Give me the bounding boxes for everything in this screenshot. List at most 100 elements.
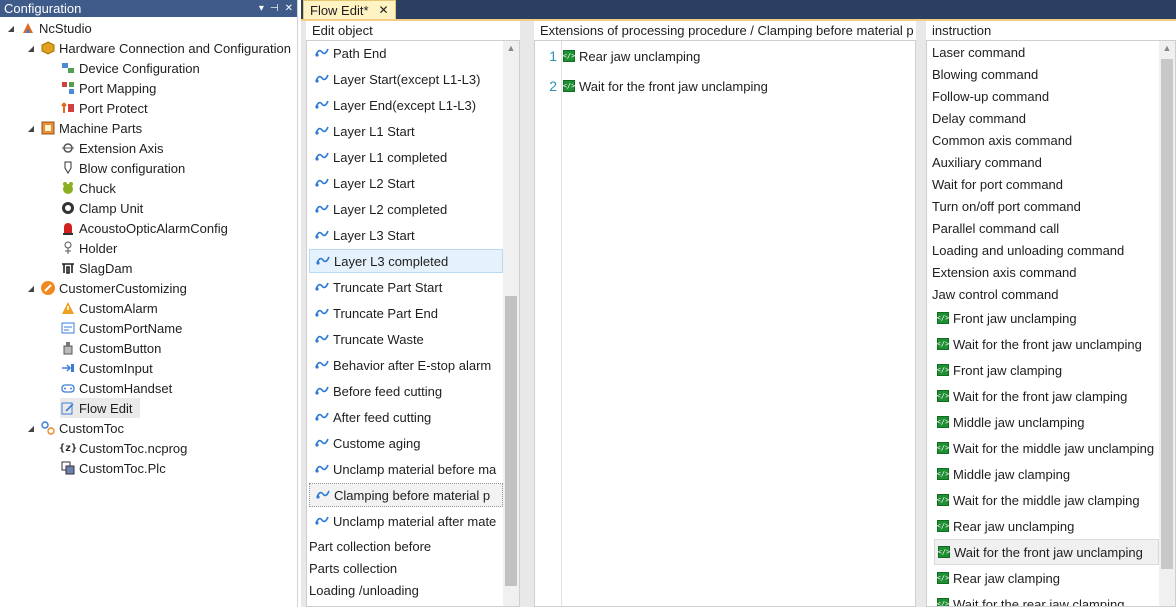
edit-object-item[interactable]: Unclamp material before ma (309, 457, 503, 481)
tree-item-custom-handset[interactable]: CustomHandset (60, 378, 172, 398)
tree-item-port-mapping[interactable]: Port Mapping (60, 78, 156, 98)
tree-item-customer-customizing[interactable]: ◢ CustomerCustomizing (26, 278, 187, 298)
edit-object-list[interactable]: ▲ Path End Layer Start(except L1-L3) Layer… (306, 40, 520, 607)
scrollbar-thumb[interactable] (1161, 59, 1173, 569)
processing-editor[interactable]: 1 </> Rear jaw unclamping 2 </> Wait for the … (534, 40, 916, 607)
jaw-instruction-item[interactable]: </> Wait for the middle jaw clamping (934, 487, 1159, 513)
tree-item-hardware[interactable]: ◢ Hardware Connection and Configuration (26, 38, 291, 58)
jaw-instruction-item[interactable]: </> Middle jaw unclamping (934, 409, 1159, 435)
jaw-instruction-item[interactable]: </> Wait for the front jaw clamping (934, 383, 1159, 409)
jaw-instruction-label: Rear jaw clamping (953, 570, 1060, 586)
instruction-code-icon: </> (936, 390, 950, 402)
panel-close-icon[interactable]: ✕ (285, 3, 293, 14)
instruction-category[interactable]: Blowing command (932, 63, 1159, 85)
tree-item-acousto-optic-alarm[interactable]: AcoustoOpticAlarmConfig (60, 218, 228, 238)
edit-object-item[interactable]: Behavior after E-stop alarm (309, 353, 503, 377)
tree-item-flow-edit[interactable]: Flow Edit (60, 398, 140, 418)
procedure-line[interactable]: 1 </> Rear jaw unclamping (535, 42, 700, 70)
tree-item-custom-button[interactable]: CustomButton (60, 338, 161, 358)
tree-item-port-protect[interactable]: Port Protect (60, 98, 148, 118)
jaw-instruction-item[interactable]: </> Front jaw unclamping (934, 305, 1159, 331)
holder-icon (60, 240, 76, 256)
edit-object-item[interactable]: Layer L3 completed (309, 249, 503, 273)
jaw-instruction-item[interactable]: </> Front jaw clamping (934, 357, 1159, 383)
tree-item-blow-configuration[interactable]: Blow configuration (60, 158, 185, 178)
edit-object-item[interactable]: Layer Start(except L1-L3) (309, 67, 503, 91)
edit-object-label: Truncate Part Start (333, 279, 443, 295)
tab-close-icon[interactable]: ✕ (379, 3, 389, 17)
edit-object-item[interactable]: Layer L2 Start (309, 171, 503, 195)
panel-pin-icon[interactable]: ⊣ (270, 3, 279, 14)
edit-object-scrollbar[interactable]: ▲ (503, 41, 519, 606)
instruction-category[interactable]: Turn on/off port command (932, 195, 1159, 217)
tab-flow-edit[interactable]: Flow Edit* ✕ (303, 0, 396, 19)
edit-object-item[interactable]: Parts collection (309, 557, 503, 579)
edit-object-item[interactable]: Truncate Part End (309, 301, 503, 325)
panel-dropdown-icon[interactable]: ▾ (259, 3, 264, 14)
instruction-category[interactable]: Extension axis command (932, 261, 1159, 283)
expand-arrow-icon[interactable]: ◢ (26, 424, 36, 433)
scrollbar-thumb[interactable] (505, 296, 517, 586)
tree-item-extension-axis[interactable]: Extension Axis (60, 138, 164, 158)
tree-item-label: CustomButton (79, 340, 162, 356)
expand-arrow-icon[interactable]: ◢ (26, 124, 36, 133)
jaw-instruction-item[interactable]: </> Middle jaw clamping (934, 461, 1159, 487)
edit-object-item[interactable]: Unclamp material after mate (309, 509, 503, 533)
expand-arrow-icon[interactable]: ◢ (26, 284, 36, 293)
tree-item-slagdam[interactable]: SlagDam (60, 258, 132, 278)
tree-item-custom-input[interactable]: CustomInput (60, 358, 153, 378)
instruction-category[interactable]: Follow-up command (932, 85, 1159, 107)
edit-object-label: Layer L2 Start (333, 175, 415, 191)
tree-item-ncstudio[interactable]: ◢ NcStudio (6, 18, 92, 38)
edit-object-item[interactable]: Truncate Waste (309, 327, 503, 351)
tree-item-custom-toc-plc[interactable]: CustomToc.Plc (60, 458, 166, 478)
edit-object-item[interactable]: Layer End(except L1-L3) (309, 93, 503, 117)
tree-item-clamp-unit[interactable]: Clamp Unit (60, 198, 143, 218)
edit-object-item[interactable]: Layer L2 completed (309, 197, 503, 221)
jaw-instruction-item[interactable]: </> Wait for the middle jaw unclamping (934, 435, 1159, 461)
jaw-instruction-item[interactable]: </> Wait for the rear jaw clamping (934, 591, 1159, 606)
edit-object-item[interactable]: Loading /unloading (309, 579, 503, 601)
tree-item-machine-parts[interactable]: ◢ Machine Parts (26, 118, 142, 138)
instruction-category[interactable]: Common axis command (932, 129, 1159, 151)
instruction-category[interactable]: Loading and unloading command (932, 239, 1159, 261)
instruction-category[interactable]: Auxiliary command (932, 151, 1159, 173)
edit-object-item[interactable]: Part collection before (309, 535, 503, 557)
instruction-category-label: Loading and unloading command (932, 242, 1125, 258)
instruction-category-label: Jaw control command (932, 286, 1059, 302)
instruction-category[interactable]: Delay command (932, 107, 1159, 129)
edit-object-item[interactable]: Layer L3 Start (309, 223, 503, 247)
edit-object-item[interactable]: Layer L1 completed (309, 145, 503, 169)
instruction-category[interactable]: Jaw control command (932, 283, 1159, 305)
edit-object-item[interactable]: Before feed cutting (309, 379, 503, 403)
edit-object-item[interactable]: Layer L1 Start (309, 119, 503, 143)
jaw-instruction-item[interactable]: </> Wait for the front jaw unclamping (934, 331, 1159, 357)
instruction-category[interactable]: Laser command (932, 41, 1159, 63)
jaw-instruction-item[interactable]: </> Rear jaw clamping (934, 565, 1159, 591)
instruction-category[interactable]: Parallel command call (932, 217, 1159, 239)
tree-item-custom-port-name[interactable]: CustomPortName (60, 318, 182, 338)
instruction-list[interactable]: ▲ Laser command Blowing command Follow-up … (926, 40, 1176, 607)
instruction-scrollbar[interactable]: ▲ (1159, 41, 1175, 606)
procedure-line[interactable]: 2 </> Wait for the front jaw unclamping (535, 72, 768, 100)
edit-object-item[interactable]: Custome aging (309, 431, 503, 455)
flow-step-icon (315, 46, 329, 61)
tree-item-chuck[interactable]: Chuck (60, 178, 116, 198)
slagdam-icon (60, 260, 76, 276)
scroll-up-icon[interactable]: ▲ (503, 43, 519, 53)
tree-item-device-configuration[interactable]: Device Configuration (60, 58, 200, 78)
scroll-up-icon[interactable]: ▲ (1159, 43, 1175, 53)
edit-object-item[interactable]: After feed cutting (309, 405, 503, 429)
edit-object-item[interactable]: Clamping before material p (309, 483, 503, 507)
edit-object-item[interactable]: Truncate Part Start (309, 275, 503, 299)
jaw-instruction-item[interactable]: </> Rear jaw unclamping (934, 513, 1159, 539)
edit-object-item[interactable]: Path End (309, 41, 503, 65)
tree-item-holder[interactable]: Holder (60, 238, 117, 258)
jaw-instruction-item[interactable]: </> Wait for the front jaw unclamping (934, 539, 1159, 565)
tree-item-custom-toc-ncprog[interactable]: {z} CustomToc.ncprog (59, 438, 187, 458)
expand-arrow-icon[interactable]: ◢ (6, 24, 16, 33)
tree-item-custom-alarm[interactable]: CustomAlarm (60, 298, 158, 318)
instruction-category[interactable]: Wait for port command (932, 173, 1159, 195)
tree-item-custom-toc[interactable]: ◢ CustomToc (26, 418, 124, 438)
expand-arrow-icon[interactable]: ◢ (26, 44, 36, 53)
